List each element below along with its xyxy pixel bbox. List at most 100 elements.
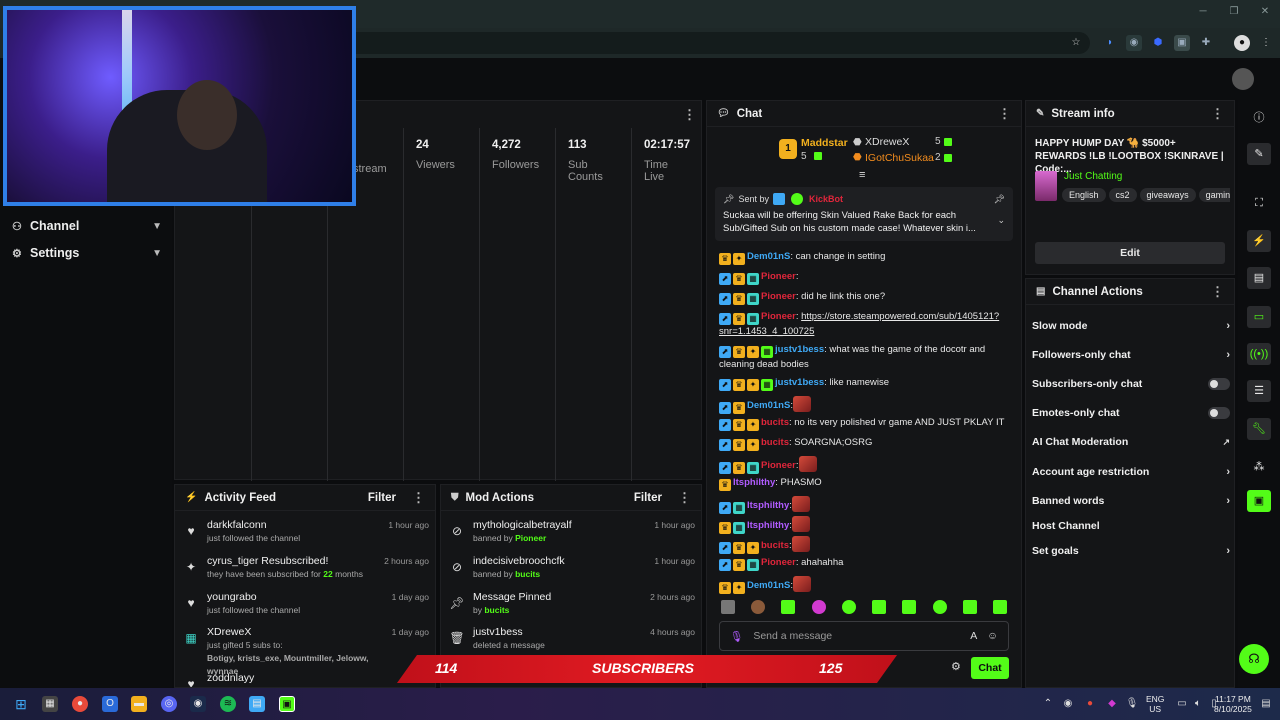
fullscreen-icon[interactable]: ⛶: [1247, 192, 1271, 214]
menu-dots-icon[interactable]: ⋮: [412, 490, 425, 506]
chrome-icon[interactable]: ●: [72, 696, 88, 712]
extension-icon[interactable]: ▣: [1174, 35, 1190, 51]
action-set-goals[interactable]: Set goals ›: [1032, 542, 1230, 560]
emote-icon[interactable]: [932, 600, 947, 614]
emoji-icon[interactable]: ☺: [987, 630, 998, 642]
tag[interactable]: English: [1062, 188, 1106, 202]
toggle-switch[interactable]: [1208, 407, 1230, 419]
menu-dots-icon[interactable]: ⋮: [683, 107, 696, 123]
tag[interactable]: gaming: [1198, 188, 1230, 202]
tag[interactable]: giveaways: [1139, 188, 1196, 202]
steam-icon[interactable]: ◉: [190, 696, 206, 712]
pin-icon[interactable]: 📌︎: [994, 194, 1005, 205]
chat-user[interactable]: Itsphilthy: [747, 500, 789, 511]
menu-dots-icon[interactable]: ⋮: [1211, 106, 1224, 122]
action-slow-mode[interactable]: Slow mode ›: [1032, 317, 1230, 335]
leaderboard-first-name[interactable]: Maddstar: [801, 137, 848, 149]
emote-icon[interactable]: [781, 600, 796, 614]
chevron-down-icon[interactable]: ⌄: [997, 215, 1005, 226]
extension-icon[interactable]: ◉: [1126, 35, 1142, 51]
action-account-age[interactable]: Account age restriction ›: [1032, 463, 1230, 481]
profile-avatar-icon[interactable]: ●: [1234, 35, 1250, 51]
menu-dots-icon[interactable]: ⋮: [678, 490, 691, 506]
star-icon[interactable]: ☆: [1068, 35, 1084, 51]
emote-icon[interactable]: [992, 600, 1007, 614]
discord-icon[interactable]: ◎: [161, 696, 177, 712]
pinned-message[interactable]: 📌︎ Sent by KickBot 📌︎ Suckaa will be off…: [715, 187, 1013, 241]
outlook-icon[interactable]: O: [102, 696, 118, 712]
tray-icon[interactable]: ◆: [1104, 696, 1120, 712]
restore-icon[interactable]: ❐: [1227, 6, 1241, 20]
chat-user[interactable]: Dem01nS: [747, 400, 790, 411]
windows-start-icon[interactable]: ⊞: [13, 696, 29, 712]
toggle-switch[interactable]: [1208, 378, 1230, 390]
chat-user[interactable]: Pioneer: [761, 311, 796, 322]
filter-button[interactable]: Filter: [634, 492, 662, 504]
clock[interactable]: 11:17 PM 8/10/2025: [1214, 694, 1252, 714]
steam-tray-icon[interactable]: ◉: [1060, 696, 1076, 712]
emote-icon[interactable]: [902, 600, 917, 614]
microphone-icon[interactable]: 🎙︎: [730, 630, 743, 643]
network-icon[interactable]: ▭: [1174, 696, 1190, 712]
folder-icon[interactable]: ▬: [131, 696, 147, 712]
chat-user[interactable]: Itsphilthy: [733, 477, 775, 488]
chat-user[interactable]: bucits: [761, 540, 789, 551]
chat-bubble-icon[interactable]: ▭: [1247, 306, 1271, 328]
leaderboard-second-name[interactable]: XDreweX: [865, 136, 909, 148]
sidebar-item-settings[interactable]: ⚙ Settings ▼: [12, 243, 162, 263]
leaderboard-third-name[interactable]: IGotChuSukaa: [865, 152, 934, 164]
action-banned-words[interactable]: Banned words ›: [1032, 492, 1230, 510]
gear-icon[interactable]: ⚙: [951, 660, 961, 673]
sliders-icon[interactable]: ☰: [1247, 380, 1271, 402]
tag[interactable]: cs2: [1108, 188, 1137, 202]
menu-dots-icon[interactable]: ⋮: [1258, 35, 1274, 51]
emote-icon[interactable]: [721, 600, 735, 614]
chat-user[interactable]: Pioneer: [761, 557, 796, 568]
emote-icon[interactable]: [841, 600, 856, 614]
close-icon[interactable]: ✕: [1258, 6, 1272, 20]
avatar[interactable]: [1232, 68, 1254, 90]
support-icon[interactable]: ☊: [1239, 644, 1269, 674]
volume-icon[interactable]: 🔈︎: [1190, 696, 1206, 712]
chat-user[interactable]: Dem01nS: [747, 580, 790, 591]
chat-user[interactable]: Pioneer: [761, 291, 796, 302]
edit-button[interactable]: Edit: [1035, 242, 1225, 264]
app-logo-icon[interactable]: ▣: [1247, 490, 1271, 512]
chat-user[interactable]: bucits: [761, 437, 789, 448]
lightning-icon[interactable]: ⚡: [1247, 230, 1271, 252]
collapse-icon[interactable]: ≡: [859, 169, 865, 181]
wrench-icon[interactable]: 🔧︎: [1247, 418, 1271, 440]
address-bar[interactable]: [230, 32, 1090, 54]
emote-icon[interactable]: [811, 600, 826, 614]
sidebar-item-channel[interactable]: ⚇ Channel ▼: [12, 216, 162, 236]
menu-dots-icon[interactable]: ⋮: [1211, 284, 1224, 300]
chrome-tray-icon[interactable]: ●: [1082, 696, 1098, 712]
document-icon[interactable]: ▤: [1247, 267, 1271, 289]
chat-user[interactable]: bucits: [761, 417, 789, 428]
extension-icon[interactable]: ⬢: [1150, 35, 1166, 51]
pencil-icon[interactable]: ✎: [1247, 143, 1271, 165]
emote-icon[interactable]: [751, 600, 766, 614]
chat-user[interactable]: Itsphilthy: [747, 520, 789, 531]
minimize-icon[interactable]: ─: [1196, 6, 1210, 20]
menu-dots-icon[interactable]: ⋮: [998, 106, 1011, 122]
broadcast-icon[interactable]: ((•)): [1247, 343, 1271, 365]
language-indicator[interactable]: ENG US: [1146, 694, 1164, 714]
filter-button[interactable]: Filter: [368, 492, 396, 504]
puzzle-icon[interactable]: ✚: [1198, 35, 1214, 51]
chat-input[interactable]: 🎙︎ Send a message A ☺: [719, 621, 1009, 651]
emote-icon[interactable]: [962, 600, 977, 614]
chat-send-button[interactable]: Chat: [971, 657, 1009, 679]
chat-user[interactable]: Pioneer: [761, 460, 796, 471]
notification-icon[interactable]: ▤: [1258, 696, 1274, 712]
chevron-up-icon[interactable]: ⌃: [1040, 696, 1056, 712]
task-view-icon[interactable]: ▦: [42, 696, 58, 712]
action-ai-moderation[interactable]: AI Chat Moderation ↗: [1032, 433, 1230, 451]
category-name[interactable]: Just Chatting: [1064, 171, 1122, 182]
chat-user[interactable]: justv1bess: [775, 377, 824, 388]
action-followers-only[interactable]: Followers-only chat ›: [1032, 346, 1230, 364]
emote-icon[interactable]: [872, 600, 887, 614]
microphone-icon[interactable]: 🎙︎: [1124, 696, 1140, 712]
apps-icon[interactable]: ⁂: [1247, 456, 1271, 478]
text-format-icon[interactable]: A: [970, 630, 977, 642]
